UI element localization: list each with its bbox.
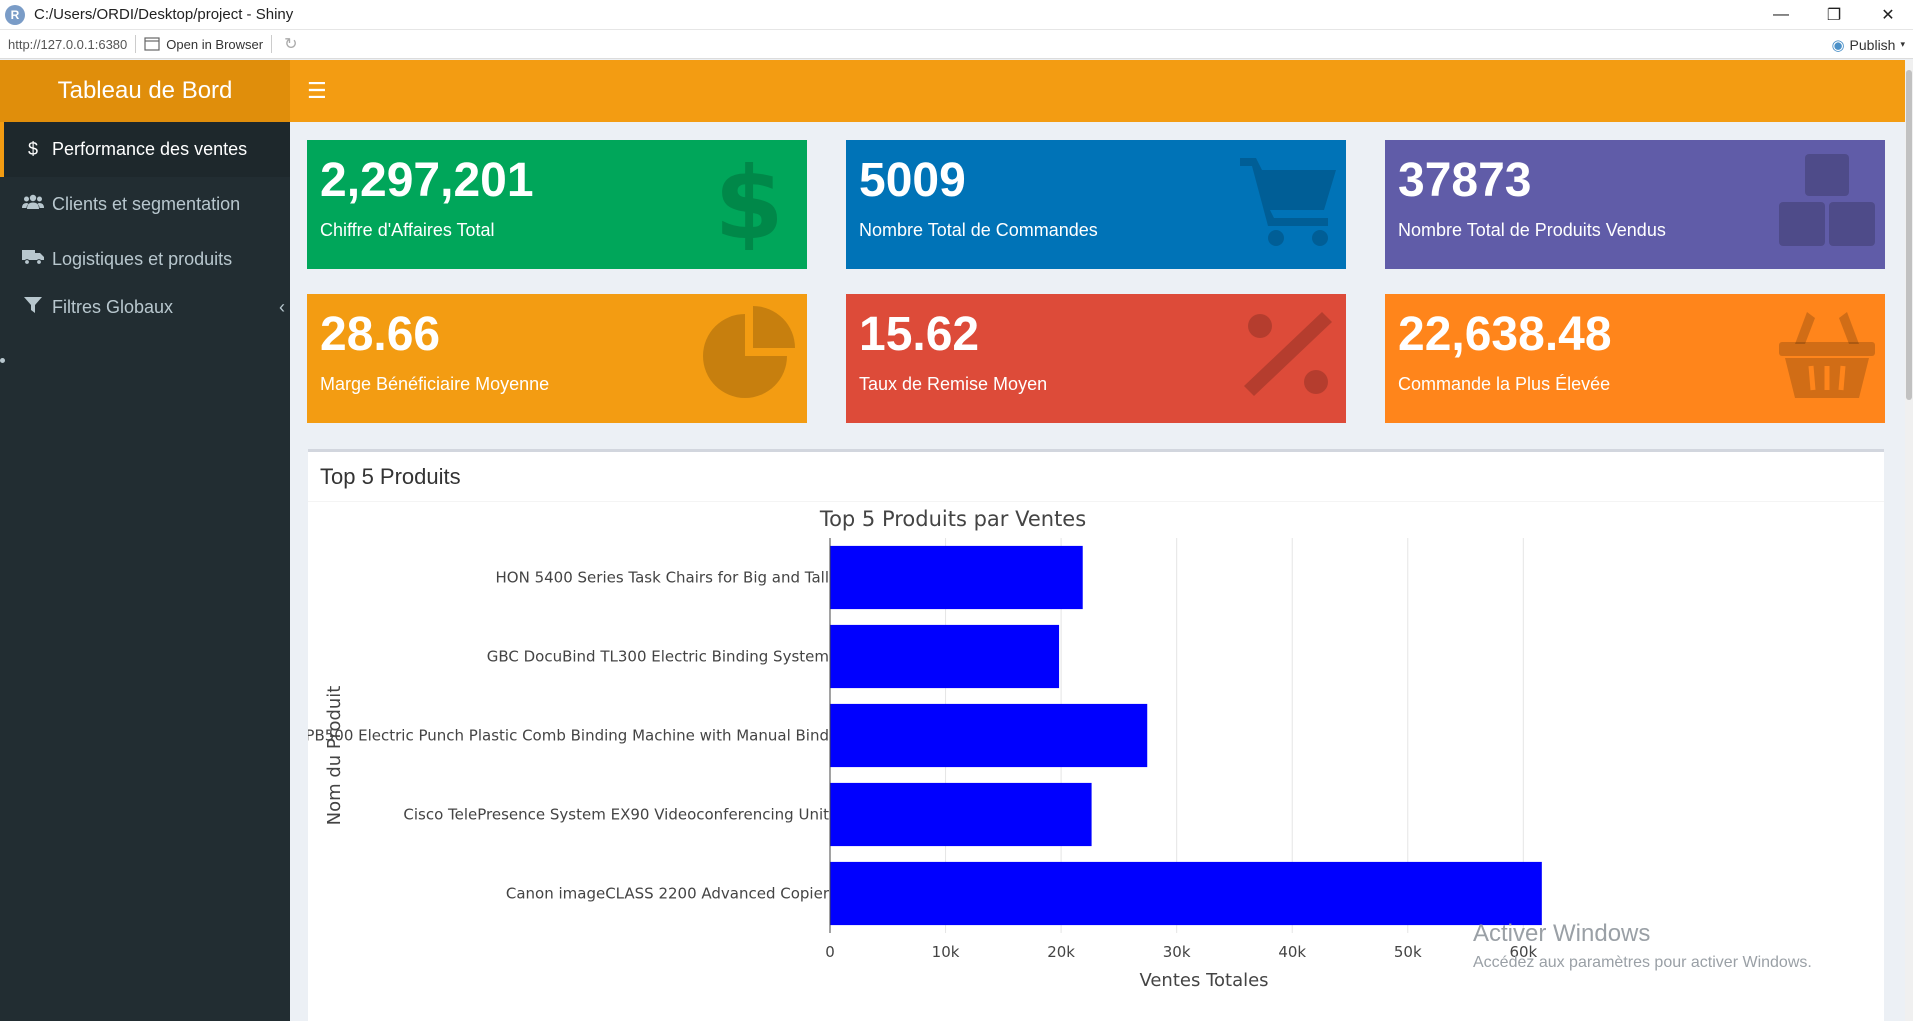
value-box-revenue: 2,297,201 Chiffre d'Affaires Total $ — [307, 140, 807, 269]
value-box-label: Nombre Total de Produits Vendus — [1398, 220, 1666, 240]
bar — [830, 861, 1542, 926]
value-box-margin: 28.66 Marge Bénéficiaire Moyenne — [307, 294, 807, 423]
value-box-value: 22,638.48 — [1398, 308, 1612, 361]
browser-window-icon — [144, 37, 160, 51]
sidebar-item-logistics[interactable]: Logistiques et produits — [0, 232, 290, 287]
panel-title: Top 5 Produits — [308, 452, 1884, 502]
sidebar-item-performance[interactable]: $ Performance des ventes — [0, 122, 290, 177]
value-box-label: Taux de Remise Moyen — [859, 374, 1048, 394]
close-button[interactable]: ✕ — [1864, 0, 1912, 30]
header-bar: ☰ — [290, 60, 1905, 122]
value-box-value: 37873 — [1398, 154, 1532, 207]
page-scrollbar[interactable] — [1905, 60, 1913, 1021]
watermark-subtitle: Accédez aux paramètres pour activer Wind… — [1473, 954, 1812, 971]
value-box-value: 28.66 — [320, 308, 441, 361]
value-box-value: 15.62 — [859, 308, 980, 361]
y-tick-label: Fellowes PB500 Electric Punch Plastic Co… — [308, 727, 829, 745]
basket-icon — [1779, 312, 1875, 398]
r-logo-icon: R — [5, 4, 25, 25]
value-box-orders: 5009 Nombre Total de Commandes — [846, 140, 1346, 269]
x-tick-label: 40k — [1278, 943, 1306, 961]
dollar-icon: $ — [714, 150, 784, 250]
users-icon — [22, 194, 44, 215]
main-content: 2,297,201 Chiffre d'Affaires Total $ 500… — [290, 122, 1905, 1021]
filter-icon — [22, 296, 44, 318]
percent-icon — [1244, 312, 1332, 396]
refresh-icon[interactable]: ↻ — [284, 34, 297, 54]
value-box-products: 37873 Nombre Total de Produits Vendus — [1385, 140, 1885, 269]
y-tick-label: HON 5400 Series Task Chairs for Big and … — [496, 569, 829, 587]
hamburger-menu-icon[interactable]: ☰ — [307, 78, 327, 104]
bullet-dot — [0, 358, 5, 363]
windows-activation-watermark: Activer Windows Accédez aux paramètres p… — [1473, 920, 1812, 972]
value-box-label: Nombre Total de Commandes — [859, 220, 1098, 240]
value-box-max-order: 22,638.48 Commande la Plus Élevée — [1385, 294, 1885, 423]
publish-icon: ◉ — [1831, 36, 1845, 54]
bar — [830, 782, 1092, 847]
minimize-button[interactable]: — — [1757, 0, 1805, 30]
toolbar-divider — [271, 35, 273, 53]
truck-icon — [22, 249, 44, 270]
x-tick-label: 0 — [825, 943, 835, 961]
sidebar-item-filters[interactable]: Filtres Globaux ‹ — [0, 287, 290, 327]
x-tick-label: 10k — [932, 943, 960, 961]
value-box-discount: 15.62 Taux de Remise Moyen — [846, 294, 1346, 423]
shopping-cart-icon — [1240, 158, 1336, 246]
y-tick-label: Canon imageCLASS 2200 Advanced Copier — [506, 885, 830, 903]
x-tick-label: 50k — [1394, 943, 1422, 961]
open-in-browser-button[interactable]: Open in Browser — [144, 37, 263, 52]
x-axis-label: Ventes Totales — [1139, 970, 1268, 991]
y-tick-label: GBC DocuBind TL300 Electric Binding Syst… — [487, 648, 829, 666]
bar — [830, 545, 1083, 610]
publish-button[interactable]: ◉ Publish ▾ — [1831, 30, 1905, 59]
sidebar-item-label: Clients et segmentation — [52, 194, 241, 214]
viewer-toolbar: http://127.0.0.1:6380 Open in Browser ↻ … — [0, 30, 1913, 59]
scrollbar-thumb[interactable] — [1906, 70, 1912, 400]
value-box-label: Commande la Plus Élevée — [1398, 374, 1611, 394]
publish-label: Publish — [1849, 36, 1896, 53]
sidebar-item-label: Performance des ventes — [52, 139, 248, 159]
value-box-value: 2,297,201 — [320, 154, 534, 207]
sidebar-brand[interactable]: Tableau de Bord — [0, 60, 290, 122]
sidebar-item-clients[interactable]: Clients et segmentation — [0, 177, 290, 232]
toolbar-divider — [135, 35, 137, 53]
value-box-label: Chiffre d'Affaires Total — [320, 220, 495, 240]
value-box-label: Marge Bénéficiaire Moyenne — [320, 374, 550, 394]
value-box-value: 5009 — [859, 154, 966, 207]
x-tick-label: 30k — [1163, 943, 1191, 961]
window-title-bar: R C:/Users/ORDI/Desktop/project - Shiny — [0, 0, 1913, 30]
chart-title: Top 5 Produits par Ventes — [819, 507, 1086, 531]
open-in-browser-label: Open in Browser — [166, 36, 264, 52]
watermark-title: Activer Windows — [1473, 920, 1651, 947]
window-title: C:/Users/ORDI/Desktop/project - Shiny — [34, 6, 294, 23]
dollar-icon: $ — [27, 139, 38, 159]
bar — [830, 624, 1060, 689]
x-tick-label: 20k — [1047, 943, 1075, 961]
chevron-left-icon[interactable]: ‹ — [279, 297, 285, 318]
restore-button[interactable]: ❐ — [1810, 0, 1858, 30]
sidebar: Tableau de Bord $ Performance des ventes… — [0, 60, 290, 1021]
pie-chart-icon — [703, 306, 795, 398]
sidebar-item-label: Logistiques et produits — [52, 249, 233, 269]
boxes-icon — [1779, 154, 1875, 246]
url-text[interactable]: http://127.0.0.1:6380 — [8, 37, 127, 52]
chevron-down-icon: ▾ — [1900, 39, 1905, 49]
y-tick-label: Cisco TelePresence System EX90 Videoconf… — [403, 806, 829, 824]
sidebar-item-label: Filtres Globaux — [52, 296, 174, 317]
y-axis-label: Nom du Produit — [324, 686, 345, 826]
svg-text:$: $ — [714, 150, 784, 250]
bar — [830, 703, 1148, 768]
